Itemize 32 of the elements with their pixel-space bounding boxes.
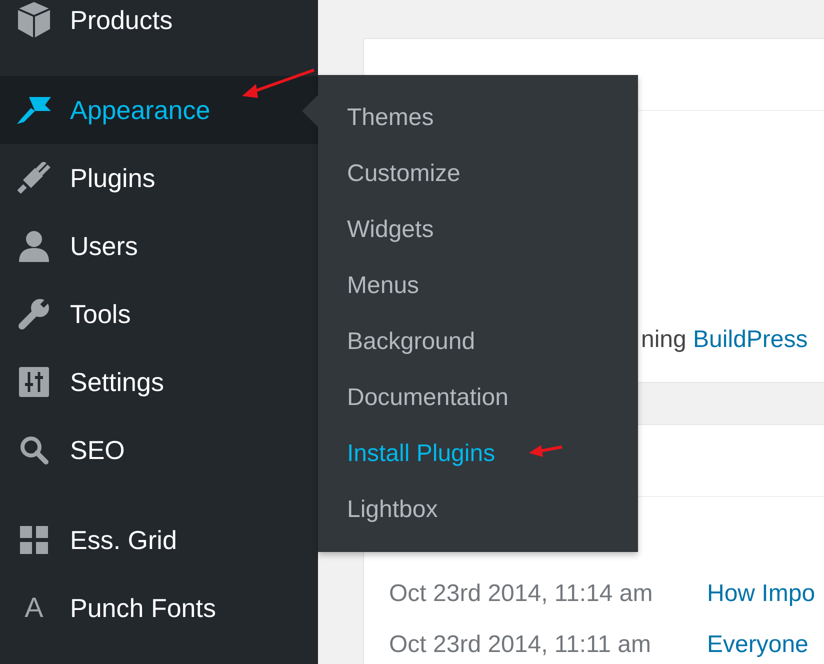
plug-icon xyxy=(17,162,51,194)
post-date: Oct 23rd 2014, 11:11 am xyxy=(389,631,652,659)
wrench-icon xyxy=(18,298,50,330)
submenu-item[interactable]: Themes xyxy=(347,104,434,132)
sidebar-item[interactable]: Settings xyxy=(0,348,318,416)
submenu-item[interactable]: Install Plugins xyxy=(347,440,496,468)
submenu-item[interactable]: Widgets xyxy=(347,216,434,244)
sidebar-item[interactable]: Ess. Grid xyxy=(0,506,318,574)
sidebar-item[interactable]: Appearance xyxy=(0,76,318,144)
grid-icon xyxy=(20,526,48,554)
sidebar-item[interactable]: SEO xyxy=(0,416,318,484)
sliders-icon xyxy=(19,367,49,397)
sidebar-item[interactable]: Products xyxy=(0,0,318,54)
user-icon xyxy=(19,230,49,262)
sidebar-item[interactable]: Users xyxy=(0,212,318,280)
sidebar-item[interactable]: A Punch Fonts xyxy=(0,574,318,642)
sidebar-item[interactable]: Plugins xyxy=(0,144,318,212)
paintbrush-icon xyxy=(15,95,53,125)
search-icon xyxy=(19,435,49,465)
annotation-arrow xyxy=(529,445,562,457)
sidebar-item[interactable]: Tools xyxy=(0,280,318,348)
post-date: Oct 23rd 2014, 11:14 am xyxy=(389,580,654,608)
submenu-item[interactable]: Menus xyxy=(347,272,420,300)
post-link[interactable]: How Impo xyxy=(707,580,816,608)
theme-link[interactable]: BuildPress xyxy=(693,326,808,353)
post-link[interactable]: Everyone xyxy=(707,631,808,659)
letter-icon: A xyxy=(24,592,44,624)
submenu-item[interactable]: Lightbox xyxy=(347,496,438,524)
card-text: ning BuildPress xyxy=(641,326,808,354)
submenu-item[interactable]: Background xyxy=(347,328,476,356)
submenu-item[interactable]: Customize xyxy=(347,160,460,188)
submenu-item[interactable]: Documentation xyxy=(347,384,508,412)
